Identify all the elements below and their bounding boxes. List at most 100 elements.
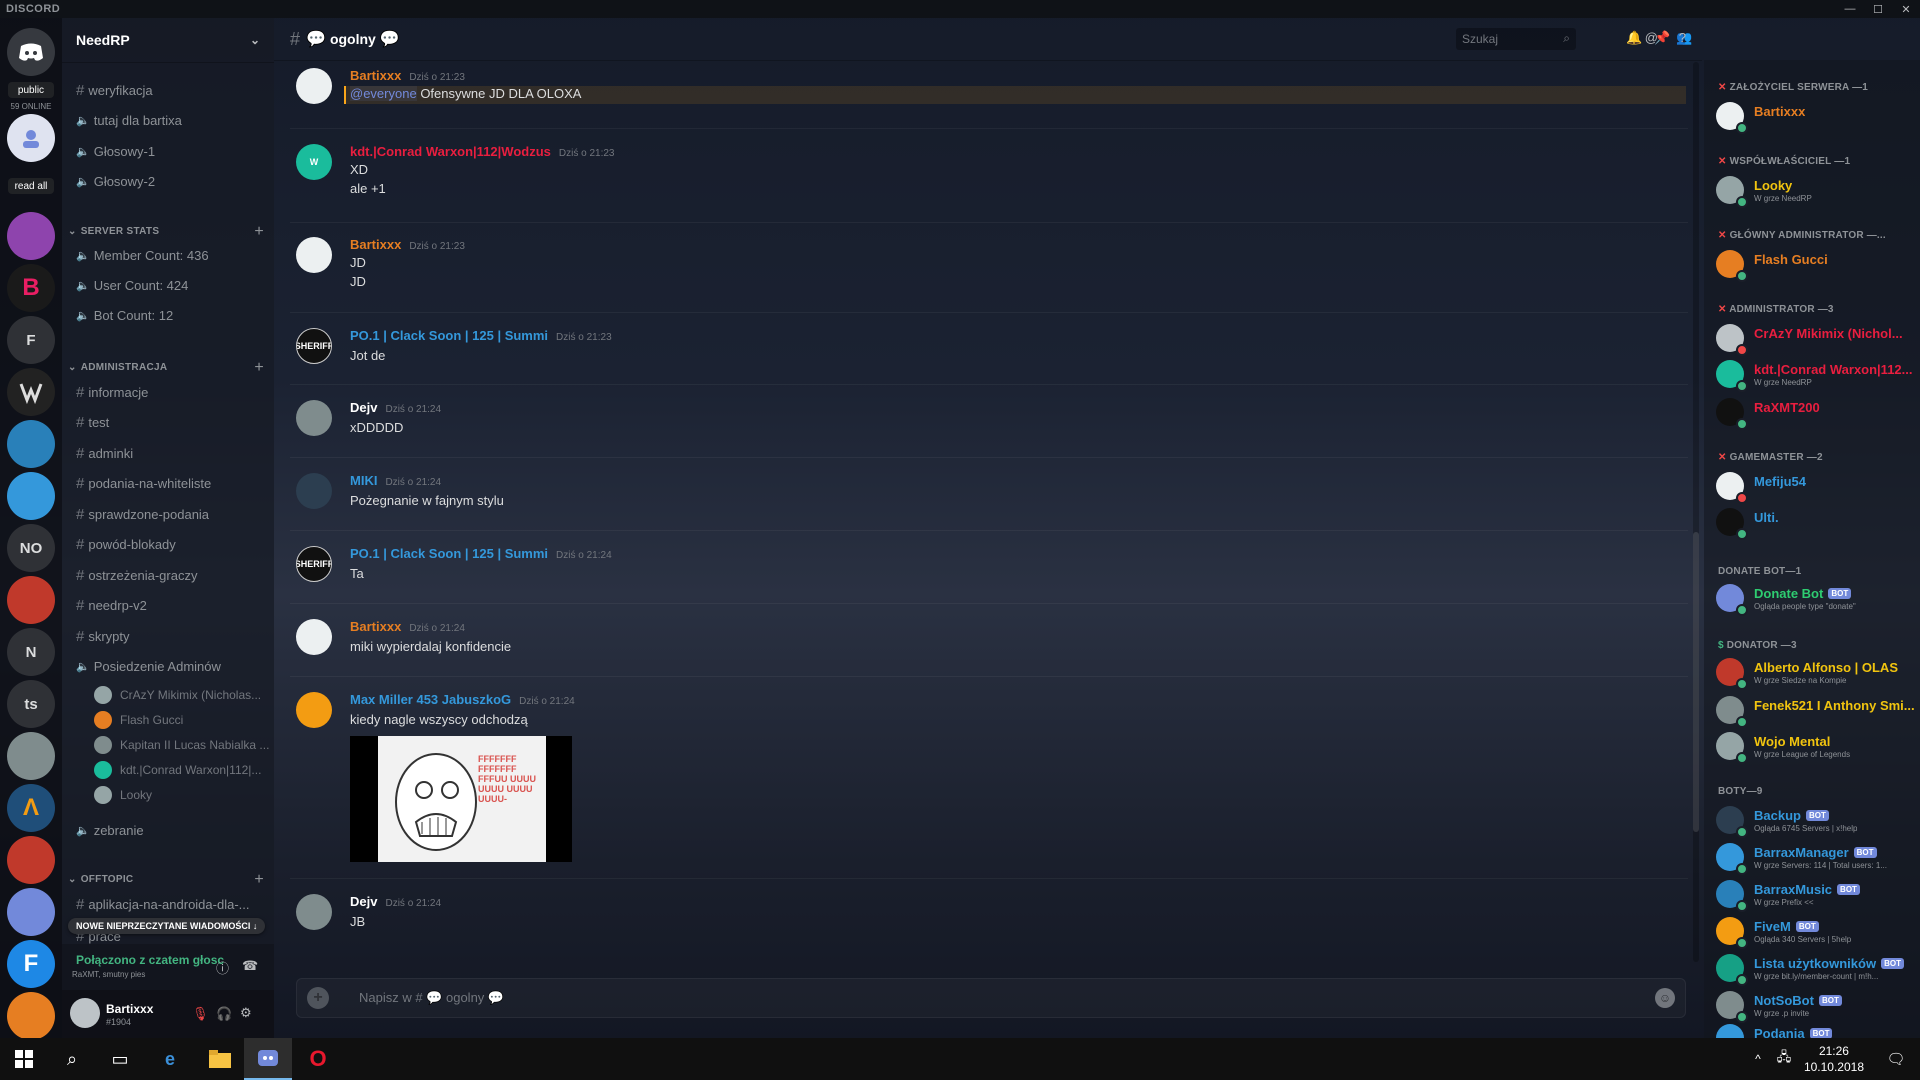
channel-weryfikacja[interactable]: # weryfikacja xyxy=(76,82,153,99)
member-item[interactable]: CrAzY Mikimix (Nichol... xyxy=(1716,322,1916,356)
member-item[interactable]: Donate Bot BOT Ogląda people type "donate" xyxy=(1716,582,1916,616)
search-input[interactable]: Szukaj ⌕ xyxy=(1456,28,1576,50)
avatar[interactable] xyxy=(296,619,332,655)
server-icon-anime[interactable] xyxy=(7,576,55,624)
channel-test[interactable]: # test xyxy=(76,414,109,431)
opera-icon[interactable]: O xyxy=(294,1038,342,1080)
file-explorer-icon[interactable] xyxy=(196,1038,244,1080)
system-clock[interactable]: 21:26 10.10.2018 xyxy=(1804,1043,1864,1075)
channel-adminki[interactable]: # adminki xyxy=(76,445,133,462)
member-item[interactable]: Alberto Alfonso | OLAS W grze Siedze na K… xyxy=(1716,656,1916,690)
new-unread-messages-pill[interactable]: NOWE NIEPRZECZYTANE WIADOMOŚCI ↓ xyxy=(68,918,266,934)
member-item[interactable]: FiveM BOT Ogląda 340 Servers | 5help xyxy=(1716,915,1916,949)
meme-image-attachment[interactable]: FFFFFFF FFFFFFF FFFUU UUUU UUUU UUUU UUU… xyxy=(350,736,572,862)
message-author[interactable]: Dejv xyxy=(350,894,377,909)
channel-skrypty[interactable]: # skrypty xyxy=(76,628,130,645)
bell-icon[interactable]: 🔔 xyxy=(1626,30,1642,46)
add-channel-icon[interactable]: + xyxy=(254,359,264,377)
member-item[interactable]: Fenek521 I Anthony Smi... xyxy=(1716,694,1916,728)
server-icon-no[interactable]: NO xyxy=(7,524,55,572)
category-server-stats[interactable]: ⌄ SERVER STATS + xyxy=(68,223,264,240)
server-icon-sheriff[interactable] xyxy=(7,836,55,884)
maximize-button[interactable]: ☐ xyxy=(1864,0,1892,18)
channel-tutaj-dla-bartixa[interactable]: 🔈 tutaj dla bartixa xyxy=(76,113,182,128)
member-item[interactable]: Mefiju54 xyxy=(1716,470,1916,504)
close-button[interactable]: ✕ xyxy=(1892,0,1920,18)
category-offtopic[interactable]: ⌄ OFFTOPIC + xyxy=(68,871,264,888)
message-author[interactable]: Dejv xyxy=(350,400,377,415)
server-icon-n[interactable]: N xyxy=(7,628,55,676)
message-author[interactable]: Max Miller 453 JabuszkoG xyxy=(350,692,511,707)
channel-sprawdzone[interactable]: # sprawdzone-podania xyxy=(76,506,209,523)
server-icon-pumpkin[interactable] xyxy=(7,992,55,1040)
avatar[interactable] xyxy=(296,894,332,930)
server-icon-1[interactable] xyxy=(7,212,55,260)
member-item[interactable]: Bartixxx xyxy=(1716,100,1916,134)
home-button[interactable] xyxy=(7,28,55,76)
server-icon-w[interactable] xyxy=(7,368,55,416)
info-icon[interactable]: ⓘ xyxy=(216,958,229,977)
server-icon-ts[interactable]: ts xyxy=(7,680,55,728)
server-icon-arrow[interactable]: Λ xyxy=(7,784,55,832)
server-icon-f2[interactable]: F xyxy=(7,940,55,988)
public-label[interactable]: public xyxy=(8,82,54,98)
server-icon-bot[interactable] xyxy=(7,888,55,936)
channel-powod-blokady[interactable]: # powód-blokady xyxy=(76,536,176,553)
add-channel-icon[interactable]: + xyxy=(254,223,264,241)
member-item[interactable]: Ulti. xyxy=(1716,506,1916,540)
task-view-icon[interactable]: ▭ xyxy=(96,1038,144,1080)
emoji-picker-icon[interactable]: ☺ xyxy=(1655,988,1675,1008)
avatar[interactable]: SHERIFF xyxy=(296,546,332,582)
channel-bot-count[interactable]: 🔈 Bot Count: 12 xyxy=(76,308,173,323)
message-author[interactable]: Bartixxx xyxy=(350,237,401,252)
channel-glosowy-1[interactable]: 🔈 Głosowy-1 xyxy=(76,144,155,159)
member-item[interactable]: kdt.|Conrad Warxon|112... W grze NeedRP xyxy=(1716,358,1916,392)
minimize-button[interactable]: — xyxy=(1836,0,1864,18)
mention-icon[interactable]: @ xyxy=(1645,30,1658,45)
message-author[interactable]: kdt.|Conrad Warxon|112|Wodzus xyxy=(350,144,551,159)
server-icon-avatar[interactable] xyxy=(7,732,55,780)
mute-icon[interactable]: 🎙 xyxy=(192,1006,209,1022)
message-input[interactable]: + Napisz w # 💬 ogolny 💬 ☺ xyxy=(296,978,1686,1018)
voice-user[interactable]: Kapitan II Lucas Nabialka ... xyxy=(94,736,269,754)
windows-start-icon[interactable] xyxy=(0,1038,48,1080)
chat-scrollbar[interactable] xyxy=(1693,62,1699,962)
channel-needrp-v2[interactable]: # needrp-v2 xyxy=(76,597,147,614)
member-item[interactable]: BarraxMusic BOT W grze Prefix << xyxy=(1716,878,1916,912)
avatar[interactable] xyxy=(296,692,332,728)
disconnect-icon[interactable]: ☎ xyxy=(242,958,258,974)
voice-user[interactable]: Flash Gucci xyxy=(94,711,183,729)
member-item[interactable]: RaXMT200 xyxy=(1716,396,1916,430)
upload-plus-icon[interactable]: + xyxy=(307,987,329,1009)
channel-glosowy-2[interactable]: 🔈 Głosowy-2 xyxy=(76,174,155,189)
guild-header[interactable]: NeedRP ⌄ xyxy=(62,18,274,63)
member-item[interactable]: BarraxManager BOT W grze Servers: 114 | To… xyxy=(1716,841,1916,875)
server-icon-robot[interactable] xyxy=(7,472,55,520)
server-icon-2[interactable]: B xyxy=(7,264,55,312)
member-item[interactable]: NotSoBot BOT W grze .p invite xyxy=(1716,989,1916,1023)
server-icon-cwpo[interactable] xyxy=(7,420,55,468)
channel-informacje[interactable]: # informacje xyxy=(76,384,148,401)
avatar[interactable] xyxy=(296,473,332,509)
headphones-icon[interactable]: 🎧 xyxy=(216,1006,232,1022)
voice-user[interactable]: CrAzY Mikimix (Nicholas... xyxy=(94,686,261,704)
friends-server-icon[interactable] xyxy=(7,114,55,162)
avatar[interactable] xyxy=(296,400,332,436)
gear-icon[interactable]: ⚙ xyxy=(240,1005,252,1021)
member-item[interactable]: Flash Gucci xyxy=(1716,248,1916,282)
scrollbar-thumb[interactable] xyxy=(1693,532,1699,832)
message-author[interactable]: PO.1 | Clack Soon | 125 | Summi xyxy=(350,328,548,343)
discord-taskbar-icon[interactable] xyxy=(244,1038,292,1080)
channel-podania[interactable]: # podania-na-whiteliste xyxy=(76,475,211,492)
message-author[interactable]: Bartixxx xyxy=(350,619,401,634)
avatar[interactable]: W xyxy=(296,144,332,180)
avatar[interactable] xyxy=(70,998,100,1028)
channel-posiedzenie[interactable]: 🔈 Posiedzenie Adminów xyxy=(76,659,221,674)
read-all-button[interactable]: read all xyxy=(8,178,54,194)
member-item[interactable]: Podania BOT xyxy=(1716,1022,1916,1038)
avatar[interactable] xyxy=(296,237,332,273)
message-author[interactable]: MIKI xyxy=(350,473,377,488)
tray-chevron-up-icon[interactable]: ^ xyxy=(1746,1038,1770,1080)
member-item[interactable]: Lista użytkowników BOT W grze bit.ly/membe… xyxy=(1716,952,1916,986)
channel-zebranie[interactable]: 🔈 zebranie xyxy=(76,823,144,838)
